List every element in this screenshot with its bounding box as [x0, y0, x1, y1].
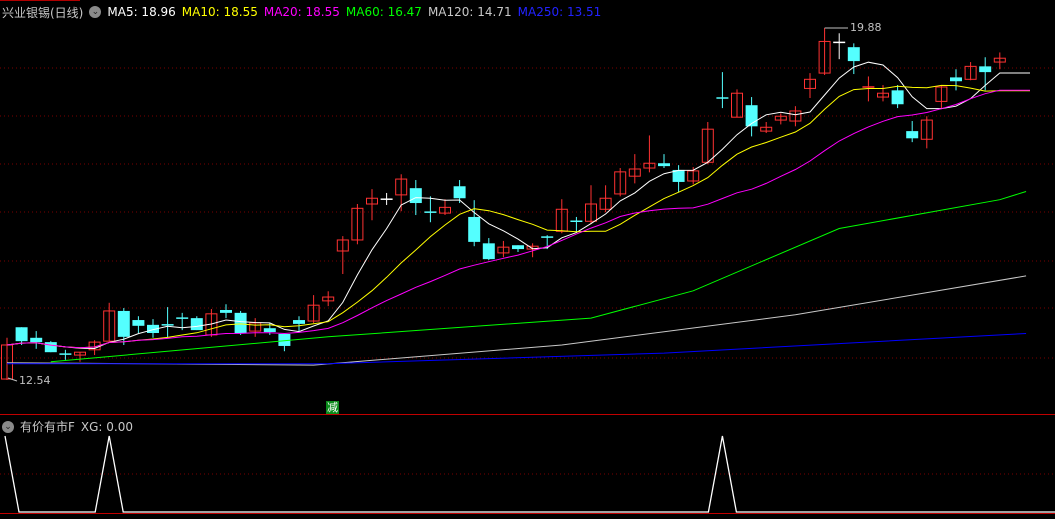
ma60-label: MA60: 16.47 — [345, 5, 422, 19]
candle-down — [30, 337, 43, 343]
candle-down — [482, 243, 495, 260]
chevron-down-icon[interactable]: ⌄ — [89, 6, 102, 18]
candle-down — [293, 320, 305, 324]
candle-down — [847, 47, 860, 62]
candle-down — [979, 66, 992, 73]
indicator-title: 有价有市F — [20, 420, 75, 434]
candle-down — [220, 309, 232, 313]
ma20-label: MA20: 18.55 — [263, 5, 340, 19]
ma5-label: MA5: 18.96 — [107, 5, 176, 19]
sub-legend: ⌄ 有价有市F XG: 0.00 — [2, 418, 133, 435]
candle-down — [891, 90, 904, 105]
candle-down — [468, 216, 481, 242]
candle-down — [658, 163, 670, 167]
ma5-line — [6, 61, 1030, 350]
main-legend: 兴业银锡(日线) ⌄ MA5: 18.96 MA10: 18.55 MA20: … — [2, 3, 607, 21]
candle-down — [15, 327, 28, 342]
ma10-label: MA10: 18.55 — [181, 5, 258, 19]
candle-down — [453, 186, 466, 199]
high-price-label: 19.88 — [850, 21, 882, 34]
ma250-label: MA250: 13.51 — [517, 5, 602, 19]
candle-down — [906, 131, 919, 139]
candle-down — [190, 318, 203, 331]
stock-title: 兴业银锡(日线) — [2, 5, 84, 20]
chevron-down-icon[interactable]: ⌄ — [2, 420, 14, 433]
candle-down — [512, 245, 524, 250]
ma20-line — [6, 89, 1030, 349]
ma120-label: MA120: 14.71 — [427, 5, 512, 19]
candle-down — [234, 312, 247, 334]
kline-chart[interactable] — [0, 0, 1055, 519]
low-price-label: 12.54 — [19, 374, 51, 387]
signal-badge: 减 — [326, 401, 339, 414]
xg-signal-line — [4, 435, 1055, 513]
candle-down — [263, 328, 276, 333]
candle-down — [44, 342, 57, 353]
candle-down — [132, 320, 145, 326]
candle-down — [950, 77, 962, 82]
xg-value: XG: 0.00 — [80, 419, 134, 434]
candle-down — [117, 310, 130, 337]
candle-down — [409, 188, 422, 204]
